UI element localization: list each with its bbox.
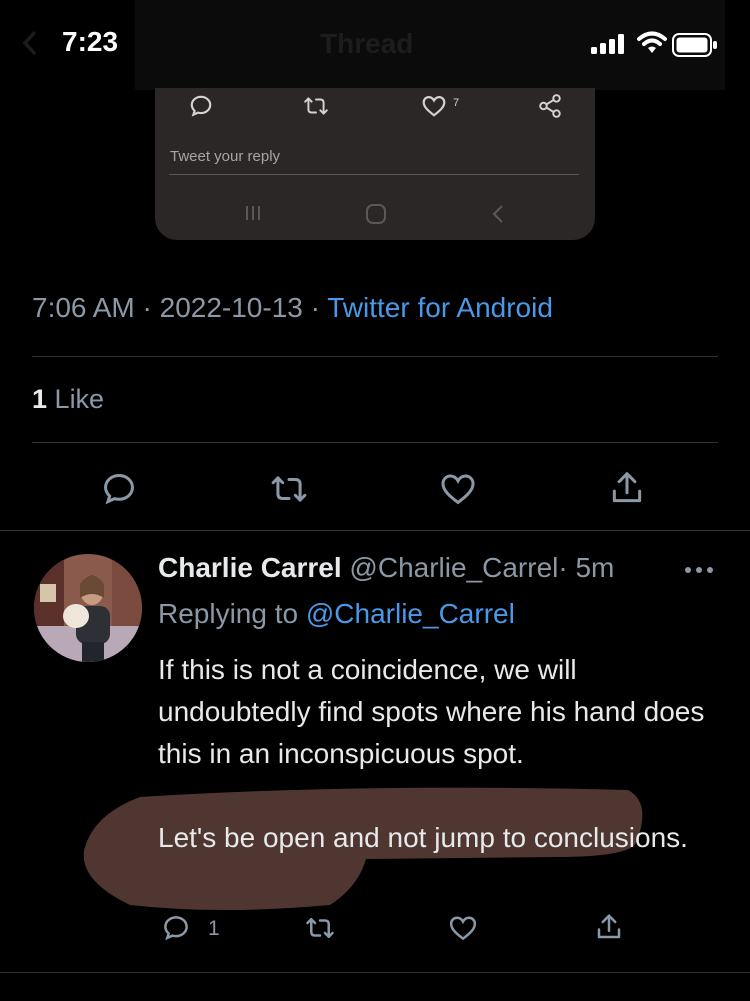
reply-icon[interactable] xyxy=(99,470,139,508)
meta-separator: · xyxy=(310,292,320,323)
share-icon[interactable] xyxy=(608,468,646,508)
like-icon[interactable] xyxy=(447,913,479,943)
likes-summary[interactable]: 1 Like xyxy=(32,384,104,415)
retweet-icon[interactable] xyxy=(268,470,310,508)
display-name[interactable]: Charlie Carrel xyxy=(158,552,342,583)
reply-icon[interactable] xyxy=(160,913,192,943)
divider xyxy=(0,972,750,973)
android-home-icon xyxy=(365,204,387,224)
replying-to-line: Replying to @Charlie_Carrel xyxy=(158,598,515,630)
embedded-share-icon xyxy=(537,93,563,119)
reply-paragraph: Let's be open and not jump to conclusion… xyxy=(158,822,688,853)
wifi-icon xyxy=(637,31,667,55)
more-options-icon[interactable] xyxy=(684,566,714,574)
likes-count: 1 xyxy=(32,384,48,414)
tweet-source-link[interactable]: Twitter for Android xyxy=(327,292,553,323)
embedded-reply-icon xyxy=(188,93,214,119)
reply-body: If this is not a coincidence, we will un… xyxy=(158,649,728,859)
embedded-screenshot[interactable]: 7 Tweet your reply xyxy=(155,88,595,240)
embedded-input-underline xyxy=(169,174,579,175)
nav-title: Thread xyxy=(320,28,414,59)
reply-count: 1 xyxy=(208,917,220,940)
android-back-icon xyxy=(491,204,505,224)
reply-paragraph: If this is not a coincidence, we will un… xyxy=(158,654,705,769)
tweet-time: 7:06 AM xyxy=(32,292,135,323)
divider xyxy=(32,356,718,357)
status-bar: 7:23 Thread xyxy=(0,0,750,90)
replying-to-prefix: Replying to xyxy=(158,598,299,629)
cellular-signal-icon xyxy=(591,34,627,54)
retweet-icon[interactable] xyxy=(303,913,337,943)
tweet-timestamp: 7:06 AM · 2022-10-13 · Twitter for Andro… xyxy=(32,292,553,324)
header-separator: · xyxy=(558,552,568,583)
embedded-like-count: 7 xyxy=(453,97,460,109)
reply-header: Charlie Carrel @Charlie_Carrel· 5m xyxy=(158,552,614,584)
embedded-like-icon xyxy=(421,93,447,119)
like-icon[interactable] xyxy=(438,470,478,508)
divider xyxy=(0,530,750,531)
embedded-reply-placeholder: Tweet your reply xyxy=(170,148,281,165)
back-chevron-icon[interactable] xyxy=(22,30,38,56)
divider xyxy=(32,442,718,443)
android-recents-icon xyxy=(243,204,263,222)
likes-label: Like xyxy=(54,384,105,414)
meta-separator: · xyxy=(142,292,152,323)
battery-icon xyxy=(672,33,718,57)
reply-age: 5m xyxy=(575,552,615,583)
avatar[interactable] xyxy=(34,554,142,662)
replying-to-mention[interactable]: @Charlie_Carrel xyxy=(306,598,515,629)
embedded-retweet-icon xyxy=(303,93,329,119)
status-time: 7:23 xyxy=(62,26,119,57)
tweet-date: 2022-10-13 xyxy=(159,292,303,323)
share-icon[interactable] xyxy=(594,911,624,943)
user-handle[interactable]: @Charlie_Carrel xyxy=(349,552,558,583)
